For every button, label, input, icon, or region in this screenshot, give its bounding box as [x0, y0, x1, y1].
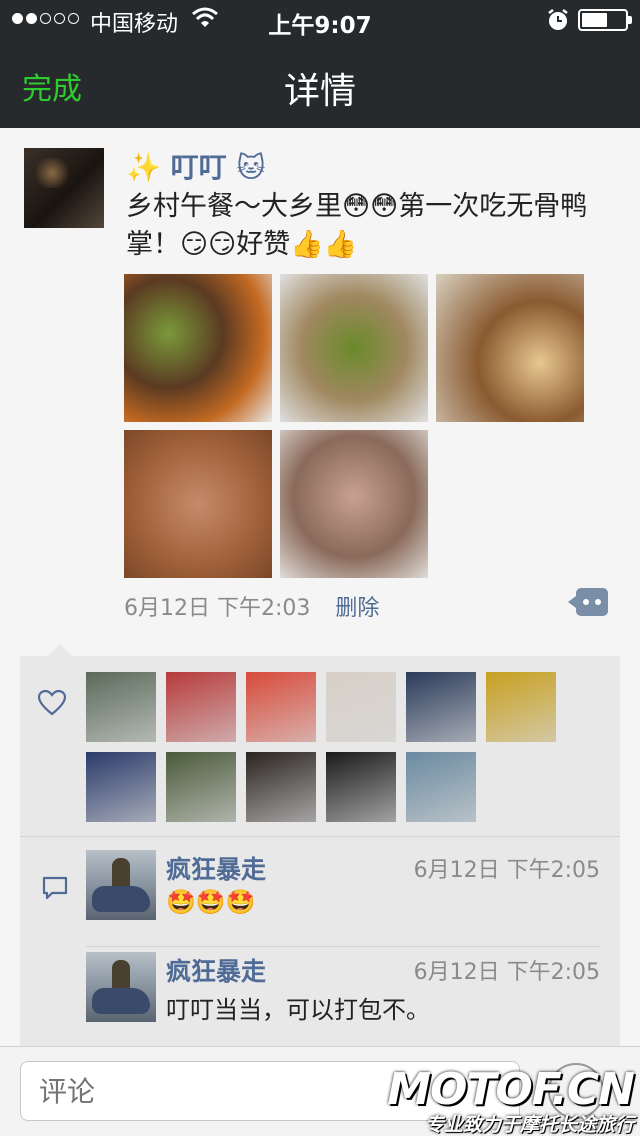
liker-avatar[interactable] — [326, 752, 396, 822]
battery-icon — [578, 9, 632, 31]
feedback-panel: 疯狂暴走 6月12日 下午2:05 🤩🤩🤩 疯狂暴走 6月12日 下午2:05 … — [20, 644, 620, 1048]
status-bar: 中国移动 上午9:07 — [0, 0, 640, 40]
watermark-logo: MOTOF.CN — [387, 1064, 635, 1115]
food-photo[interactable] — [124, 274, 272, 422]
post-date: 6月12日 下午2:03 — [124, 596, 311, 621]
delete-link[interactable]: 删除 — [335, 596, 379, 621]
divider — [20, 836, 620, 837]
liker-avatar[interactable] — [406, 672, 476, 742]
navigation-bar: 完成 详情 — [0, 40, 640, 128]
heart-icon — [38, 690, 66, 716]
commenter-avatar[interactable] — [86, 850, 156, 920]
post-meta: 6月12日 下午2:03 删除 — [124, 590, 379, 622]
food-photo[interactable] — [436, 274, 584, 422]
food-photo[interactable] — [280, 430, 428, 578]
liker-avatar[interactable] — [486, 672, 556, 742]
post-text: 乡村午餐～大乡里😳😳第一次吃无骨鸭掌！😏😏好赞👍👍 — [126, 191, 588, 260]
status-time: 上午9:07 — [268, 13, 372, 39]
liker-avatar[interactable] — [166, 672, 236, 742]
comment-icon — [42, 876, 68, 900]
food-photo[interactable] — [280, 274, 428, 422]
commenter-avatar[interactable] — [86, 952, 156, 1022]
page-title: 详情 — [283, 71, 356, 112]
alarm-clock-icon — [548, 9, 568, 30]
commenter-name[interactable]: 疯狂暴走 — [166, 952, 266, 988]
watermark: MOTOF.CN 专业致力于摩托长途旅行 — [387, 1064, 638, 1136]
liker-avatar[interactable] — [246, 752, 316, 822]
author-name[interactable]: ✨ 叮叮 🐱 — [126, 146, 266, 186]
food-photo[interactable] — [124, 430, 272, 578]
comment-action-button[interactable] — [568, 588, 608, 616]
liker-avatar[interactable] — [406, 752, 476, 822]
liker-avatar[interactable] — [86, 752, 156, 822]
commenter-name[interactable]: 疯狂暴走 — [166, 850, 266, 886]
comment-time: 6月12日 下午2:05 — [413, 960, 600, 985]
liker-avatar[interactable] — [86, 672, 156, 742]
comment-text: 🤩🤩🤩 — [166, 888, 256, 916]
author-avatar[interactable] — [24, 148, 104, 228]
liker-avatar[interactable] — [246, 672, 316, 742]
moment-post: ✨ 叮叮 🐱 乡村午餐～大乡里😳😳第一次吃无骨鸭掌！😏😏好赞👍👍 6月12日 下… — [0, 128, 640, 1048]
liker-avatar[interactable] — [326, 672, 396, 742]
divider — [86, 946, 600, 947]
liker-avatar[interactable] — [166, 752, 236, 822]
comment-time: 6月12日 下午2:05 — [413, 858, 600, 883]
watermark-slogan: 专业致力于摩托长途旅行 — [424, 1114, 634, 1136]
comment-text: 叮叮当当，可以打包不。 — [166, 996, 430, 1024]
